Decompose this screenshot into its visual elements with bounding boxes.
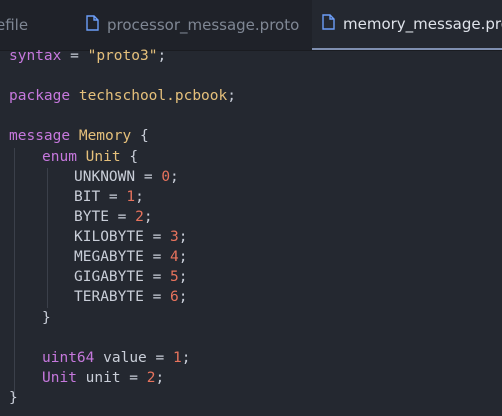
number-literal: 4 (170, 249, 179, 265)
keyword: package (9, 88, 71, 104)
code-line-enum-close: } (42, 308, 51, 328)
field-name: value (103, 350, 147, 366)
punctuation: ; (178, 269, 188, 285)
punctuation: ; (155, 370, 165, 386)
code-line-field-unit: Unit unit = 2; (42, 368, 164, 388)
enum-value-name: GIGABYTE (74, 269, 144, 285)
number-literal: 0 (161, 169, 171, 185)
enum-value-name: MEGABYTE (74, 249, 144, 265)
operator: = (143, 289, 171, 305)
code-line-message-close: } (9, 388, 18, 408)
number-literal: 2 (146, 370, 156, 386)
field-type: Unit (42, 370, 77, 386)
enum-value-line: MEGABYTE = 4; (74, 247, 188, 267)
enum-value-name: TERABYTE (74, 289, 144, 305)
code-line-enum: enum Unit { (42, 147, 138, 167)
file-icon (86, 15, 99, 35)
number-literal: 3 (170, 229, 179, 245)
operator: = (100, 189, 127, 205)
enum-value-name: UNKNOWN (74, 169, 136, 185)
number-literal: 1 (172, 350, 182, 366)
enum-value-line: TERABYTE = 6; (74, 287, 188, 307)
code-editor[interactable]: syntax = "proto3"; package techschool.pc… (0, 48, 502, 416)
enum-value-line: UNKNOWN = 0; (74, 167, 179, 187)
enum-value-line: BIT = 1; (74, 187, 144, 207)
operator: = (120, 370, 147, 386)
code-line-syntax: syntax = "proto3"; (9, 46, 166, 66)
punctuation: ; (135, 189, 144, 205)
code-line-field-value: uint64 value = 1; (42, 348, 190, 368)
enum-name: Unit (85, 149, 121, 165)
operator: = (61, 48, 88, 64)
package-name: techschool.pcbook (78, 88, 228, 104)
enum-value-line: GIGABYTE = 5; (74, 267, 188, 287)
tab-label: processor_message.proto (107, 16, 300, 34)
operator: = (143, 229, 171, 245)
keyword: message (9, 128, 71, 144)
punctuation: ; (157, 48, 167, 64)
file-icon (322, 14, 335, 34)
field-type: uint64 (42, 350, 95, 366)
punctuation: ; (178, 289, 188, 305)
tab-memory-message[interactable]: memory_message.proto (312, 0, 502, 50)
punctuation: ; (178, 229, 188, 245)
keyword: enum (42, 149, 77, 165)
code-line-message: message Memory { (9, 126, 149, 146)
tab-processor-message[interactable]: processor_message.proto (86, 0, 299, 50)
tab-bar: efile processor_message.proto memory_mes… (0, 0, 502, 51)
tab-label: memory_message.proto (343, 15, 502, 33)
punctuation: ; (181, 350, 191, 366)
enum-value-name: KILOBYTE (74, 229, 144, 245)
number-literal: 6 (170, 289, 179, 305)
punctuation: ; (227, 88, 236, 104)
punctuation: } (42, 310, 51, 326)
punctuation: } (9, 390, 18, 406)
message-name: Memory (78, 128, 132, 144)
punctuation: ; (143, 209, 153, 225)
number-literal: 2 (135, 209, 144, 225)
punctuation: { (129, 149, 139, 165)
keyword: syntax (9, 48, 62, 64)
enum-value-line: BYTE = 2; (74, 207, 153, 227)
operator: = (143, 269, 171, 285)
indent-guide (14, 148, 15, 398)
operator: = (146, 350, 173, 366)
enum-value-line: KILOBYTE = 3; (74, 227, 188, 247)
string-literal: "proto3" (87, 48, 158, 64)
code-line-package: package techschool.pcbook; (9, 86, 236, 106)
field-name: unit (85, 370, 121, 386)
enum-value-name: BYTE (74, 209, 109, 225)
operator: = (108, 209, 136, 225)
number-literal: 1 (126, 189, 136, 205)
tab-makefile[interactable]: efile (0, 0, 28, 50)
number-literal: 5 (170, 269, 179, 285)
punctuation: { (139, 128, 149, 144)
tab-label: efile (0, 16, 29, 34)
operator: = (143, 249, 171, 265)
punctuation: ; (170, 169, 179, 185)
operator: = (135, 169, 162, 185)
punctuation: ; (178, 249, 188, 265)
enum-value-name: BIT (74, 189, 101, 205)
indent-guide (47, 168, 48, 308)
